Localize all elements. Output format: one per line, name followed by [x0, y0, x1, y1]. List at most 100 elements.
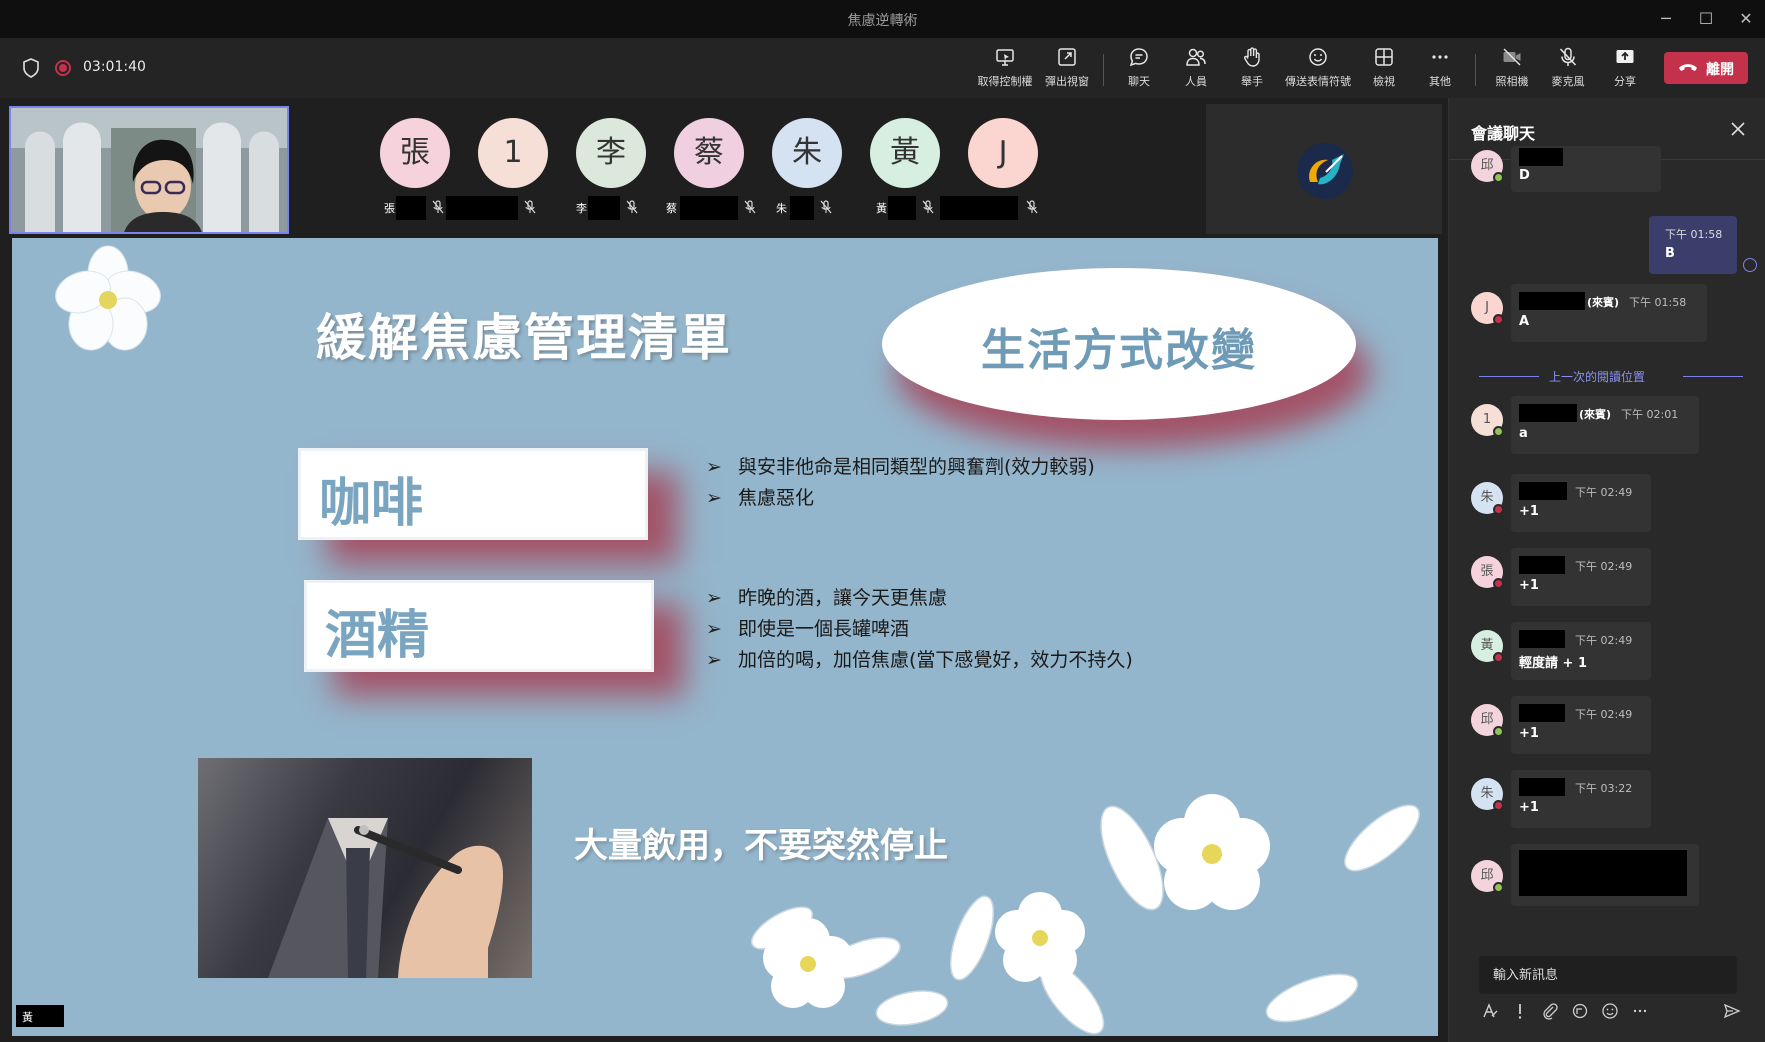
- chat-message: 邱 下午 02:49 +1: [1471, 696, 1681, 756]
- chat-icon: [1129, 48, 1148, 67]
- message-text: D: [1519, 168, 1530, 183]
- last-read-divider: 上一次的閱讀位置: [1479, 366, 1743, 386]
- coffee-bullets: 與安非他命是相同類型的興奮劑(效力較弱) 焦慮惡化: [706, 452, 1095, 514]
- raise-hand-label: 舉手: [1241, 75, 1263, 88]
- mic-muted-icon: [432, 200, 444, 214]
- message-bubble: (來賓) 下午 02:01 a: [1511, 396, 1699, 454]
- chat-message: 1 (來賓) 下午 02:01 a: [1471, 396, 1699, 456]
- emoji-icon[interactable]: [1601, 1002, 1619, 1020]
- more-icon: [1432, 55, 1448, 59]
- raise-hand-icon: [1244, 47, 1260, 67]
- participant-tile[interactable]: J: [940, 118, 1068, 220]
- divider-line: [1479, 376, 1539, 377]
- send-icon[interactable]: [1723, 1002, 1741, 1020]
- share-button[interactable]: 分享: [1594, 46, 1656, 92]
- meeting-toolbar: 03:01:40 取得控制權 彈出視窗 聊天 人員 舉手 傳送表情符號 檢視 其…: [0, 38, 1765, 98]
- redacted-name: [940, 196, 1018, 220]
- toolbar-divider: [1475, 54, 1476, 86]
- people-icon: [1186, 48, 1206, 66]
- maximize-button[interactable]: ☐: [1686, 6, 1726, 32]
- more-options-icon[interactable]: [1631, 1002, 1649, 1020]
- camera-button[interactable]: 照相機: [1481, 46, 1543, 92]
- my-message: 下午 01:58 B: [1649, 216, 1737, 274]
- format-icon[interactable]: [1481, 1002, 1499, 1020]
- more-label: 其他: [1429, 75, 1451, 88]
- presence-status: [1493, 726, 1504, 737]
- raise-hand-button[interactable]: 舉手: [1221, 46, 1283, 92]
- leave-button[interactable]: 離開: [1664, 52, 1748, 84]
- participant-name: 蔡: [666, 202, 677, 215]
- important-icon[interactable]: [1511, 1002, 1529, 1020]
- redacted-sender: [1519, 630, 1565, 648]
- participant-tile[interactable]: 蔡 蔡: [664, 118, 774, 220]
- participant-tile[interactable]: 李 李: [566, 118, 676, 220]
- camera-feed-image: [11, 108, 287, 232]
- message-input[interactable]: [1479, 956, 1737, 994]
- chat-button[interactable]: 聊天: [1108, 46, 1170, 92]
- minimize-button[interactable]: ─: [1646, 6, 1686, 32]
- participant-name: 黃: [876, 202, 887, 215]
- redacted-sender: [1519, 292, 1585, 310]
- popout-button[interactable]: 彈出視窗: [1036, 46, 1098, 92]
- mic-muted-icon: [744, 200, 756, 214]
- loop-icon[interactable]: [1571, 1002, 1589, 1020]
- control-icon: [996, 49, 1014, 66]
- message-text: A: [1519, 314, 1530, 329]
- more-button[interactable]: 其他: [1409, 46, 1471, 92]
- alcohol-bullets: 昨晚的酒，讓今天更焦慮 即使是一個長罐啤酒 加倍的喝，加倍焦慮(當下感覺好，效力…: [706, 583, 1133, 676]
- participant-name: 朱: [776, 202, 787, 215]
- message-time: 下午 02:01: [1621, 408, 1679, 421]
- message-time: 下午 03:22: [1575, 782, 1633, 795]
- microphone-button[interactable]: 麥克風: [1537, 46, 1599, 92]
- slide-badge: 生活方式改變: [882, 268, 1356, 420]
- bullet-item: 焦慮惡化: [706, 483, 1095, 514]
- message-bubble: 下午 03:22 +1: [1511, 770, 1651, 828]
- compose-box[interactable]: [1479, 956, 1737, 994]
- take-control-button[interactable]: 取得控制權: [974, 46, 1036, 92]
- alcohol-card-text: 酒精: [325, 606, 430, 666]
- redacted-message: [1519, 850, 1687, 896]
- close-icon[interactable]: [1729, 120, 1747, 138]
- close-window-button[interactable]: ✕: [1726, 6, 1765, 32]
- people-button[interactable]: 人員: [1165, 46, 1227, 92]
- redacted-sender: [1519, 556, 1565, 574]
- message-text: 輕度請 + 1: [1519, 656, 1587, 671]
- message-time: 下午 02:49: [1575, 486, 1633, 499]
- divider-line: [1683, 376, 1743, 377]
- presence-status: [1493, 504, 1504, 515]
- message-bubble: (來賓) 下午 01:58 A: [1511, 284, 1707, 342]
- participant-avatar: 蔡: [674, 118, 744, 188]
- participant-name: 李: [576, 202, 587, 215]
- message-bubble: 下午 02:49 +1: [1511, 696, 1651, 754]
- participant-tile[interactable]: 1: [446, 118, 578, 220]
- sender-role: (來賓): [1587, 296, 1620, 309]
- message-text: +1: [1519, 504, 1539, 519]
- message-text: +1: [1519, 578, 1539, 593]
- presence-status: [1493, 578, 1504, 589]
- message-text: +1: [1519, 800, 1539, 815]
- chat-label: 聊天: [1128, 75, 1150, 88]
- participant-avatar: 朱: [772, 118, 842, 188]
- coffee-card-text: 咖啡: [319, 474, 424, 534]
- redacted-name: [790, 196, 814, 220]
- content-share-tile[interactable]: [1206, 104, 1442, 234]
- attach-icon[interactable]: [1541, 1002, 1559, 1020]
- send-reaction-button[interactable]: 傳送表情符號: [1285, 46, 1351, 92]
- hand-with-pen-image: [268, 818, 504, 978]
- redacted-sender: [1519, 148, 1563, 166]
- mic-muted-icon: [626, 200, 638, 214]
- mic-off-icon: [1559, 47, 1577, 66]
- view-button[interactable]: 檢視: [1353, 46, 1415, 92]
- participant-avatar: 黃: [870, 118, 940, 188]
- chat-message: 朱 下午 02:49 +1: [1471, 474, 1681, 534]
- bullet-item: 即使是一個長罐啤酒: [706, 614, 1133, 645]
- participant-avatar: 李: [576, 118, 646, 188]
- redacted-name: [680, 196, 738, 220]
- self-video-tile[interactable]: [9, 106, 289, 234]
- redacted-name: [396, 196, 426, 220]
- sender-role: (來賓): [1579, 408, 1612, 421]
- title-bar: 焦慮逆轉術 ─ ☐ ✕: [0, 0, 1765, 38]
- message-bubble: 下午 02:49 +1: [1511, 474, 1651, 532]
- participant-tile[interactable]: 朱 朱: [762, 118, 872, 220]
- presence-status: [1493, 652, 1504, 663]
